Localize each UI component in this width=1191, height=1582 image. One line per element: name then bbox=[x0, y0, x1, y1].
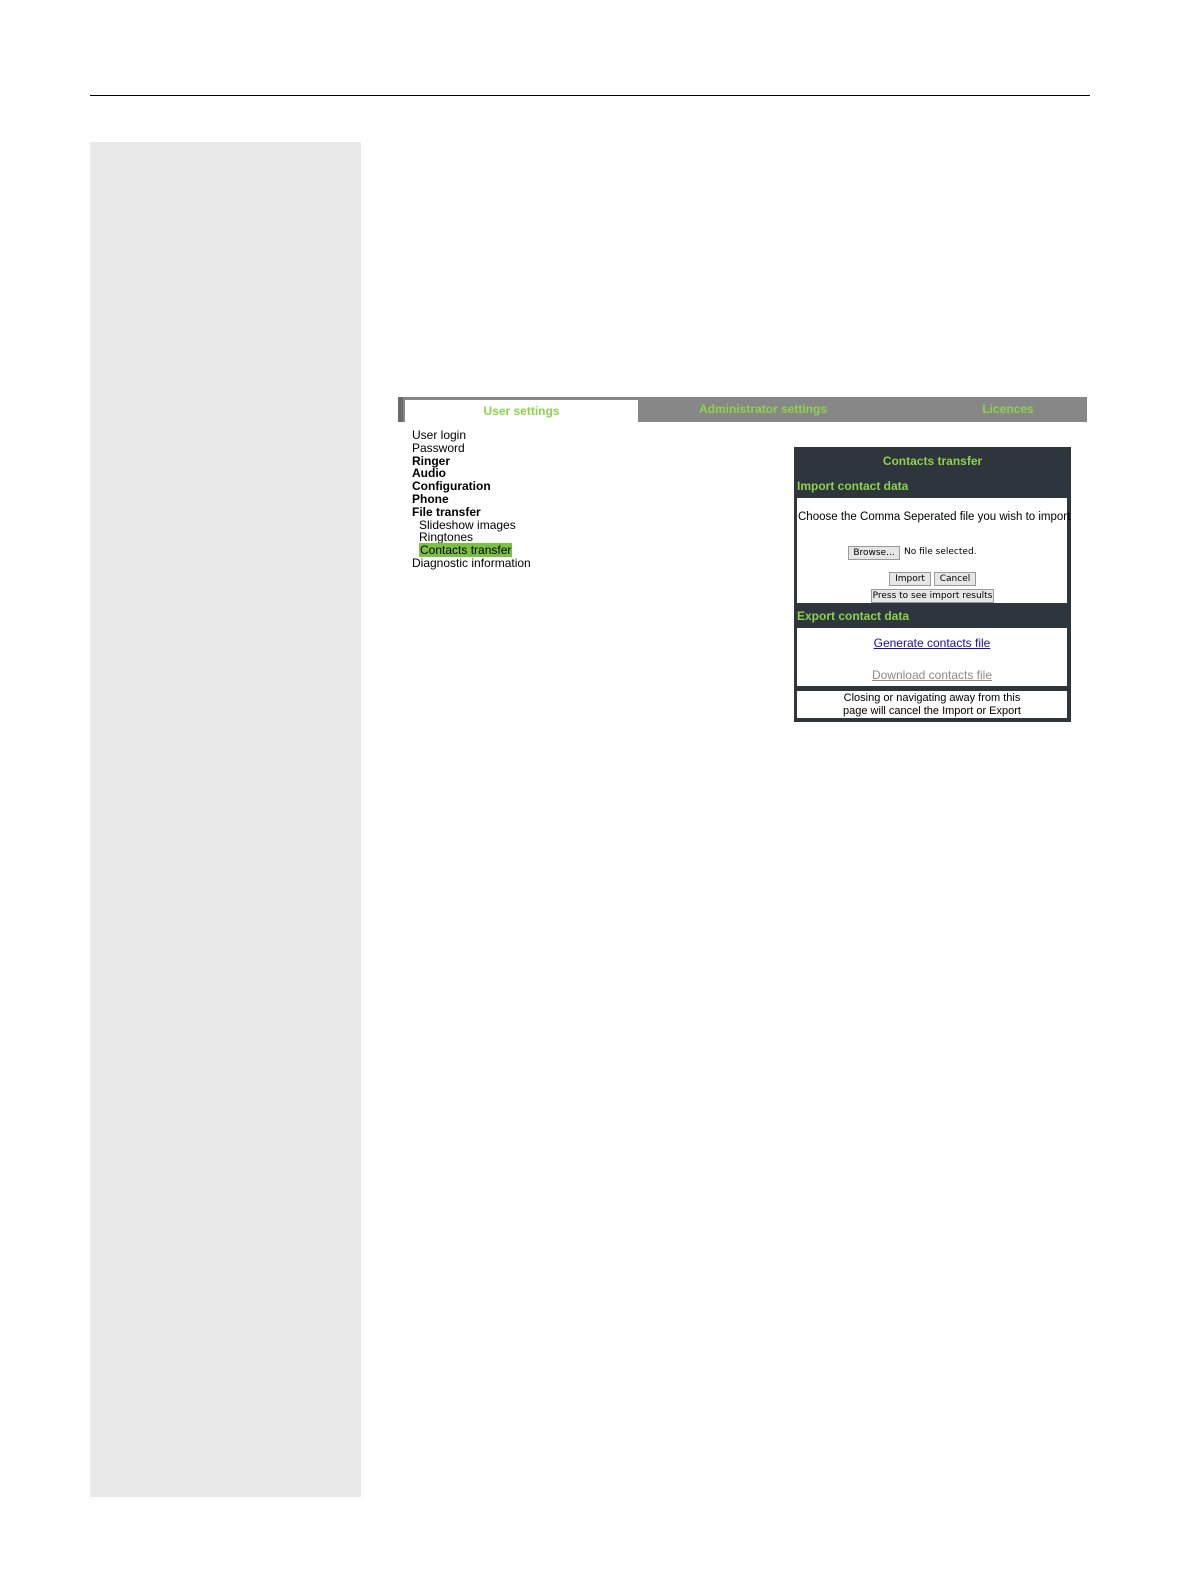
panel-title: Contacts transfer bbox=[882, 454, 983, 468]
warning-note-box: Closing or navigating away from this pag… bbox=[797, 691, 1067, 718]
download-contacts-link[interactable]: Download contacts file bbox=[797, 668, 1067, 682]
import-results-button[interactable]: Press to see import results bbox=[871, 589, 994, 603]
tab-licences[interactable]: Licences bbox=[943, 397, 1073, 422]
margin-column bbox=[90, 142, 361, 1497]
cancel-button[interactable]: Cancel bbox=[934, 572, 976, 586]
import-button[interactable]: Import bbox=[889, 572, 931, 586]
nav-item-phone[interactable]: Phone bbox=[412, 493, 531, 506]
export-section-title: Export contact data bbox=[797, 609, 910, 623]
nav-item-user-login[interactable]: User login bbox=[412, 429, 531, 442]
nav-item-diagnostic-information[interactable]: Diagnostic information bbox=[412, 557, 531, 570]
header-rule bbox=[90, 95, 1090, 96]
warning-note-line2: page will cancel the Import or Export bbox=[843, 705, 1021, 717]
tab-administrator-settings[interactable]: Administrator settings bbox=[643, 397, 883, 422]
settings-nav: User login Password Ringer Audio Configu… bbox=[412, 429, 531, 570]
browse-button[interactable]: Browse... bbox=[848, 546, 900, 560]
tab-user-settings[interactable]: User settings bbox=[405, 400, 638, 422]
import-section-title: Import contact data bbox=[797, 479, 909, 493]
web-interface-screenshot: User settings Administrator settings Lic… bbox=[398, 397, 1087, 727]
warning-note-line1: Closing or navigating away from this bbox=[843, 692, 1021, 704]
nav-item-password[interactable]: Password bbox=[412, 441, 531, 455]
warning-note: Closing or navigating away from this pag… bbox=[797, 692, 1067, 718]
nav-item-file-transfer[interactable]: File transfer bbox=[412, 505, 531, 519]
tab-bar: User settings Administrator settings Lic… bbox=[398, 397, 1087, 422]
contacts-transfer-panel: Contacts transfer Import contact data Ch… bbox=[794, 447, 1071, 722]
import-box: Choose the Comma Seperated file you wish… bbox=[797, 498, 1071, 603]
file-status: No file selected. bbox=[904, 547, 977, 557]
export-box: Generate contacts file Download contacts… bbox=[797, 628, 1067, 686]
import-prompt: Choose the Comma Seperated file you wish… bbox=[798, 511, 1071, 523]
generate-contacts-link[interactable]: Generate contacts file bbox=[797, 636, 1067, 650]
